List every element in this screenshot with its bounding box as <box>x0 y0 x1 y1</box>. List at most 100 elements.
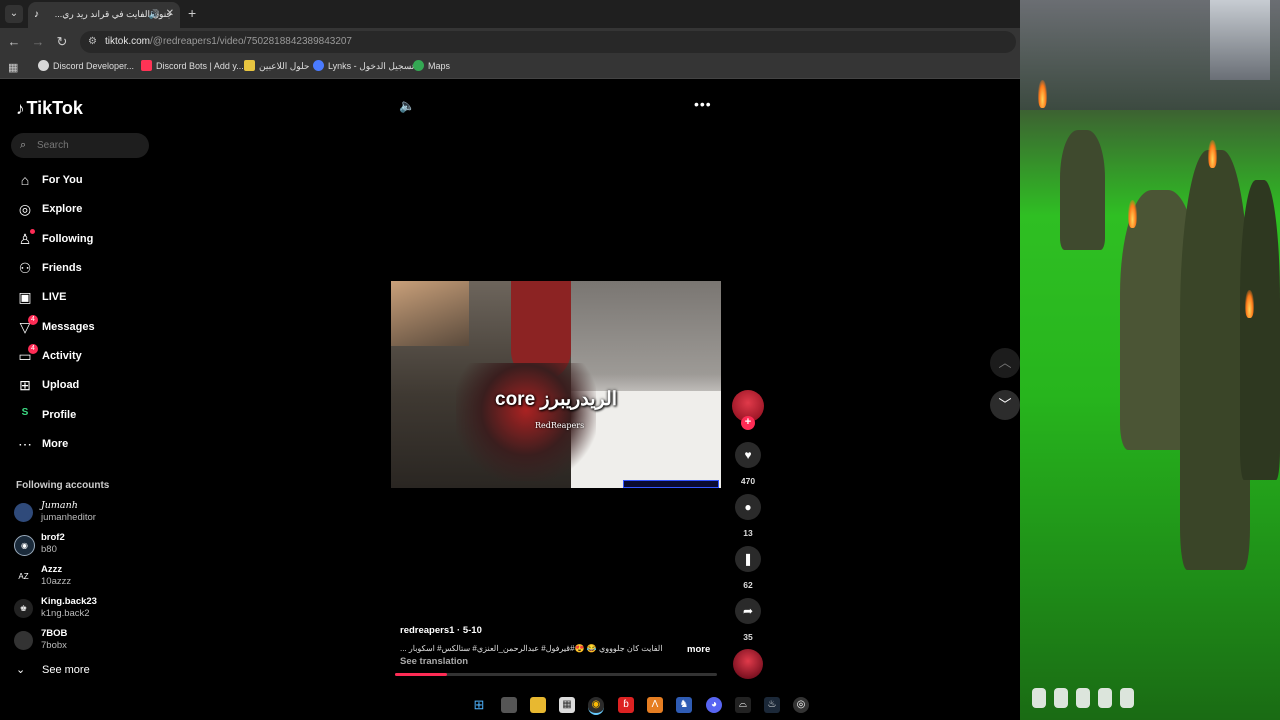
discord-icon[interactable]: ◕ <box>706 697 722 713</box>
bookmark-label: Discord Developer... <box>53 61 135 71</box>
account-item[interactable]: Jumanh jumanheditor <box>14 499 154 527</box>
bookmark-maps[interactable]: Maps <box>413 60 450 71</box>
heart-icon: ♥ <box>744 448 752 462</box>
account-item[interactable]: ◉ brof2 b80 <box>14 531 154 559</box>
new-tab-button[interactable]: + <box>188 5 196 21</box>
nav-upload[interactable]: ⊞ Upload <box>16 376 156 398</box>
tab-strip: ⌄ ♪ جنون الفايت في قراند ريد ري... 🔊 ✕ + <box>0 0 1020 28</box>
share-arrow-icon: ➦ <box>742 604 754 618</box>
save-button[interactable]: ❚ <box>735 546 761 572</box>
avatar: AZ <box>14 567 33 586</box>
tiktok-note-icon: ♪ <box>16 99 25 118</box>
browser-toolbar: ← → ↻ ⚙ tiktok.com/@redreapers1/video/75… <box>0 28 1020 56</box>
nav-for-you[interactable]: ⌂ For You <box>16 171 156 193</box>
game-hud-slot <box>1098 688 1112 708</box>
see-more-button[interactable]: ⌄ See more <box>16 663 136 681</box>
next-video-button[interactable]: ﹀ <box>990 390 1020 420</box>
video-sub-goal-bar <box>623 480 719 488</box>
description-more-button[interactable]: more <box>687 644 710 655</box>
lynks-icon <box>313 60 324 71</box>
game-hud-slot <box>1054 688 1068 708</box>
tab-close-icon[interactable]: ✕ <box>166 8 174 19</box>
see-more-label: See more <box>42 664 90 676</box>
video-author[interactable]: redreapers1 · 5-10 <box>400 625 482 636</box>
chrome-icon[interactable]: ◉ <box>588 697 604 715</box>
app-red-icon[interactable]: ɓ <box>618 697 634 713</box>
profile-icon: S <box>21 407 29 418</box>
address-bar[interactable]: ⚙ tiktok.com/@redreapers1/video/75028188… <box>80 31 1016 53</box>
store-icon[interactable]: ▦ <box>559 697 575 713</box>
game-torch-flame <box>1038 80 1047 108</box>
account-handle: k1ng.back2 <box>41 608 90 619</box>
video-progress-bar[interactable] <box>395 673 717 676</box>
nav-profile[interactable]: S Profile <box>16 406 156 428</box>
account-item[interactable]: 7BOB 7bobx <box>14 627 154 655</box>
share-button[interactable]: ➦ <box>735 598 761 624</box>
app-record-icon[interactable]: ◎ <box>793 697 809 713</box>
nav-more[interactable]: ⋯ More <box>16 435 156 457</box>
forward-button[interactable]: → <box>30 34 46 49</box>
comment-button[interactable]: ● <box>735 494 761 520</box>
video-description: الفايت كان جلوووي 😂 😍#قيرفول# عبدالرحمن_… <box>400 644 663 653</box>
app-orange-icon[interactable]: Λ <box>647 697 663 713</box>
bookmark-discord-developer[interactable]: Discord Developer... <box>38 60 134 71</box>
save-count: 62 <box>743 580 753 590</box>
like-button[interactable]: ♥ <box>735 442 761 468</box>
account-name: King.back23 <box>41 596 97 607</box>
chevron-down-icon: ⌄ <box>16 664 26 676</box>
bookmark-discord-bots[interactable]: Discord Bots | Add y... <box>141 60 244 71</box>
account-handle: 10azzz <box>41 576 72 587</box>
gamer-solutions-icon <box>244 60 255 71</box>
nav-following[interactable]: ♙ Following <box>16 229 156 252</box>
url-text: tiktok.com/@redreapers1/video/7502818842… <box>105 36 352 47</box>
site-info-icon[interactable]: ⚙ <box>88 36 97 47</box>
nav-messages[interactable]: ▽ 4 Messages <box>16 315 156 340</box>
bookmark-lynks[interactable]: Lynks - تسجيل الدخول <box>313 60 414 72</box>
follow-plus-button[interactable]: + <box>741 416 755 430</box>
windows-start-icon[interactable]: ⊞ <box>471 697 487 713</box>
tab-audio-icon[interactable]: 🔊 <box>149 9 160 20</box>
options-menu-icon[interactable]: ••• <box>694 96 712 112</box>
back-button[interactable]: ← <box>6 34 22 49</box>
apps-grid-icon[interactable]: ▦ <box>8 61 18 74</box>
game-torch-flame <box>1245 290 1254 318</box>
logo-text: TikTok <box>26 98 83 118</box>
nav-live[interactable]: ▣ LIVE <box>16 288 156 310</box>
url-host: tiktok.com <box>105 36 151 47</box>
nav-explore[interactable]: ◎ Explore <box>16 200 156 222</box>
volume-icon[interactable]: 🔈 <box>399 98 415 114</box>
steam-icon[interactable]: ♨ <box>764 697 780 713</box>
task-view-icon[interactable] <box>501 697 517 713</box>
file-explorer-icon[interactable] <box>530 697 546 713</box>
search-icon: ⌕ <box>20 139 27 151</box>
account-item[interactable]: ♚ King.back23 k1ng.back2 <box>14 595 154 623</box>
game-overlay <box>1020 0 1280 720</box>
nav-friends[interactable]: ⚇ Friends <box>16 259 156 281</box>
reload-button[interactable]: ↻ <box>54 34 70 50</box>
video-player[interactable]: core الريدريبرز RedReapers <box>391 281 721 488</box>
nav-activity[interactable]: ▭ 4 Activity <box>16 344 156 369</box>
app-mask-icon[interactable]: ⌓ <box>735 697 751 713</box>
search-input[interactable]: ⌕ Search <box>11 133 149 158</box>
maps-pin-icon <box>413 60 424 71</box>
discord-bots-icon <box>141 60 152 71</box>
previous-video-button[interactable]: ︿ <box>990 348 1020 378</box>
app-blue-icon[interactable]: ♞ <box>676 697 692 713</box>
chevron-down-icon: ﹀ <box>998 397 1012 412</box>
account-item[interactable]: AZ Azzz 10azzz <box>14 563 154 591</box>
avatar: ♚ <box>14 599 33 618</box>
more-icon: ⋯ <box>18 436 32 452</box>
game-torch-flame <box>1128 200 1137 228</box>
tiktok-logo[interactable]: ♪ TikTok <box>16 98 83 119</box>
nav-label: Following <box>42 233 94 245</box>
bookmark-gamer-solutions[interactable]: حلول اللاعبين <box>244 60 310 72</box>
music-disc-avatar[interactable] <box>733 649 763 679</box>
account-name: 7BOB <box>41 628 68 639</box>
active-tab[interactable]: ♪ جنون الفايت في قراند ريد ري... 🔊 ✕ <box>28 2 180 28</box>
see-translation-link[interactable]: See translation <box>400 656 468 667</box>
video-facecam <box>391 281 469 346</box>
account-handle: b80 <box>41 544 57 555</box>
tab-search-button[interactable]: ⌄ <box>5 5 23 23</box>
nav-label: Messages <box>42 321 95 333</box>
avatar <box>14 631 33 650</box>
